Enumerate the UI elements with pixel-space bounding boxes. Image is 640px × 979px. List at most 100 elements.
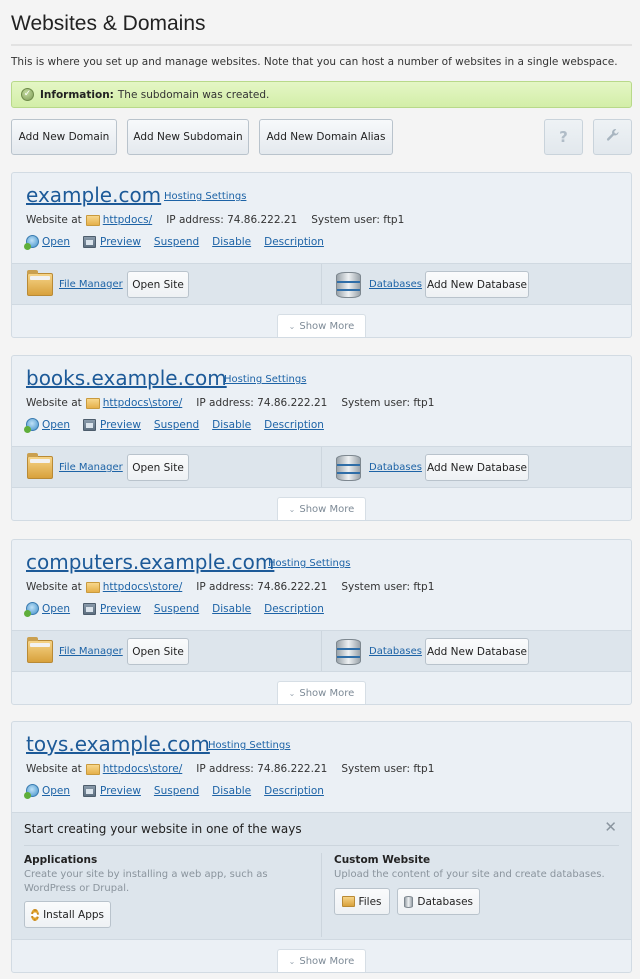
description-link[interactable]: Description: [264, 785, 324, 797]
folder-icon: [85, 581, 100, 593]
page-title: Websites & Domains: [11, 12, 206, 35]
domain-card-computers-example-com: computers.example.com Hosting Settings W…: [11, 539, 632, 705]
column-divider: [321, 853, 322, 937]
preview-icon: [83, 418, 97, 431]
ip-address: IP address: 74.86.222.21: [166, 214, 298, 226]
folder-icon: [85, 214, 100, 226]
suspend-link[interactable]: Suspend: [154, 603, 199, 615]
databases-button[interactable]: Databases: [397, 888, 480, 915]
info-label: Information:: [40, 88, 114, 101]
preview-icon: [83, 784, 97, 797]
databases-link[interactable]: Databases: [369, 462, 422, 473]
website-at-label: Website at: [26, 763, 82, 775]
info-text: The subdomain was created.: [117, 88, 270, 101]
help-button[interactable]: ?: [544, 119, 583, 155]
system-user: System user: ftp1: [341, 581, 435, 593]
website-at-label: Website at: [26, 214, 82, 226]
show-more-button[interactable]: ⌄ Show More: [277, 681, 366, 704]
database-icon: [336, 455, 361, 481]
preview-link[interactable]: Preview: [100, 603, 141, 615]
file-manager-link[interactable]: File Manager: [59, 462, 123, 473]
open-link[interactable]: Open: [42, 603, 70, 615]
open-site-button[interactable]: Open Site: [127, 454, 189, 481]
hosting-settings-link[interactable]: Hosting Settings: [164, 191, 246, 202]
install-apps-button[interactable]: Install Apps: [24, 901, 111, 928]
applications-title: Applications: [24, 854, 98, 866]
document-root-link[interactable]: httpdocs\store/: [103, 397, 183, 409]
panel-divider: [24, 845, 619, 846]
add-new-subdomain-button[interactable]: Add New Subdomain: [127, 119, 249, 155]
show-more-label: Show More: [299, 955, 355, 967]
description-link[interactable]: Description: [264, 603, 324, 615]
file-manager-folder-icon: [27, 637, 53, 663]
globe-open-icon: [24, 235, 39, 250]
databases-link[interactable]: Databases: [369, 646, 422, 657]
domain-card-toys-example-com: toys.example.com Hosting Settings Websit…: [11, 721, 632, 973]
quick-tools-row: File Manager Open Site Databases Add New…: [12, 446, 631, 488]
description-link[interactable]: Description: [264, 419, 324, 431]
files-button[interactable]: Files: [334, 888, 390, 915]
disable-link[interactable]: Disable: [212, 419, 251, 431]
domain-name-link[interactable]: example.com: [26, 183, 161, 207]
hosting-settings-link[interactable]: Hosting Settings: [208, 740, 290, 751]
folder-icon: [342, 896, 356, 907]
file-manager-folder-icon: [27, 453, 53, 479]
close-icon[interactable]: ✕: [604, 818, 617, 836]
globe-open-icon: [24, 418, 39, 433]
suspend-link[interactable]: Suspend: [154, 785, 199, 797]
system-user: System user: ftp1: [341, 763, 435, 775]
open-site-button[interactable]: Open Site: [127, 638, 189, 665]
open-link[interactable]: Open: [42, 419, 70, 431]
add-new-database-button[interactable]: Add New Database: [425, 454, 529, 481]
show-more-button[interactable]: ⌄ Show More: [277, 497, 366, 520]
add-new-database-button[interactable]: Add New Database: [425, 271, 529, 298]
add-new-domain-alias-button[interactable]: Add New Domain Alias: [259, 119, 393, 155]
hosting-settings-link[interactable]: Hosting Settings: [268, 558, 350, 569]
ip-address: IP address: 74.86.222.21: [196, 397, 328, 409]
domain-name-link[interactable]: toys.example.com: [26, 732, 210, 756]
custom-website-description: Upload the content of your site and crea…: [334, 869, 605, 880]
domain-card-example-com: example.com Hosting Settings Website at …: [11, 172, 632, 338]
description-link[interactable]: Description: [264, 236, 324, 248]
document-root-link[interactable]: httpdocs/: [103, 214, 152, 226]
domain-card-books-example-com: books.example.com Hosting Settings Websi…: [11, 355, 632, 521]
column-divider: [321, 631, 322, 671]
help-icon: ?: [559, 128, 568, 146]
show-more-label: Show More: [299, 687, 355, 699]
databases-link[interactable]: Databases: [369, 279, 422, 290]
document-root-link[interactable]: httpdocs\store/: [103, 763, 183, 775]
file-manager-link[interactable]: File Manager: [59, 279, 123, 290]
database-icon: [404, 895, 414, 908]
preview-link[interactable]: Preview: [100, 236, 141, 248]
file-manager-link[interactable]: File Manager: [59, 646, 123, 657]
document-root-link[interactable]: httpdocs\store/: [103, 581, 183, 593]
gear-icon: [31, 908, 40, 921]
suspend-link[interactable]: Suspend: [154, 419, 199, 431]
install-apps-label: Install Apps: [43, 908, 104, 921]
domain-name-link[interactable]: books.example.com: [26, 366, 227, 390]
preview-icon: [83, 602, 97, 615]
applications-description: Create your site by installing a web app…: [24, 869, 268, 894]
hosting-settings-link[interactable]: Hosting Settings: [224, 374, 306, 385]
start-creating-panel: Start creating your website in one of th…: [12, 812, 631, 940]
show-more-button[interactable]: ⌄ Show More: [277, 949, 366, 972]
website-at-label: Website at: [26, 397, 82, 409]
database-icon: [336, 639, 361, 665]
disable-link[interactable]: Disable: [212, 236, 251, 248]
preview-link[interactable]: Preview: [100, 785, 141, 797]
add-new-database-button[interactable]: Add New Database: [425, 638, 529, 665]
suspend-link[interactable]: Suspend: [154, 236, 199, 248]
domain-name-link[interactable]: computers.example.com: [26, 550, 274, 574]
folder-icon: [85, 763, 100, 775]
check-icon: ✓: [21, 88, 34, 101]
open-link[interactable]: Open: [42, 236, 70, 248]
show-more-button[interactable]: ⌄ Show More: [277, 314, 366, 337]
add-new-domain-button[interactable]: Add New Domain: [11, 119, 117, 155]
open-site-button[interactable]: Open Site: [127, 271, 189, 298]
open-link[interactable]: Open: [42, 785, 70, 797]
disable-link[interactable]: Disable: [212, 603, 251, 615]
chevron-down-icon: ⌄: [288, 321, 296, 331]
disable-link[interactable]: Disable: [212, 785, 251, 797]
preview-link[interactable]: Preview: [100, 419, 141, 431]
tools-button[interactable]: [593, 119, 632, 155]
